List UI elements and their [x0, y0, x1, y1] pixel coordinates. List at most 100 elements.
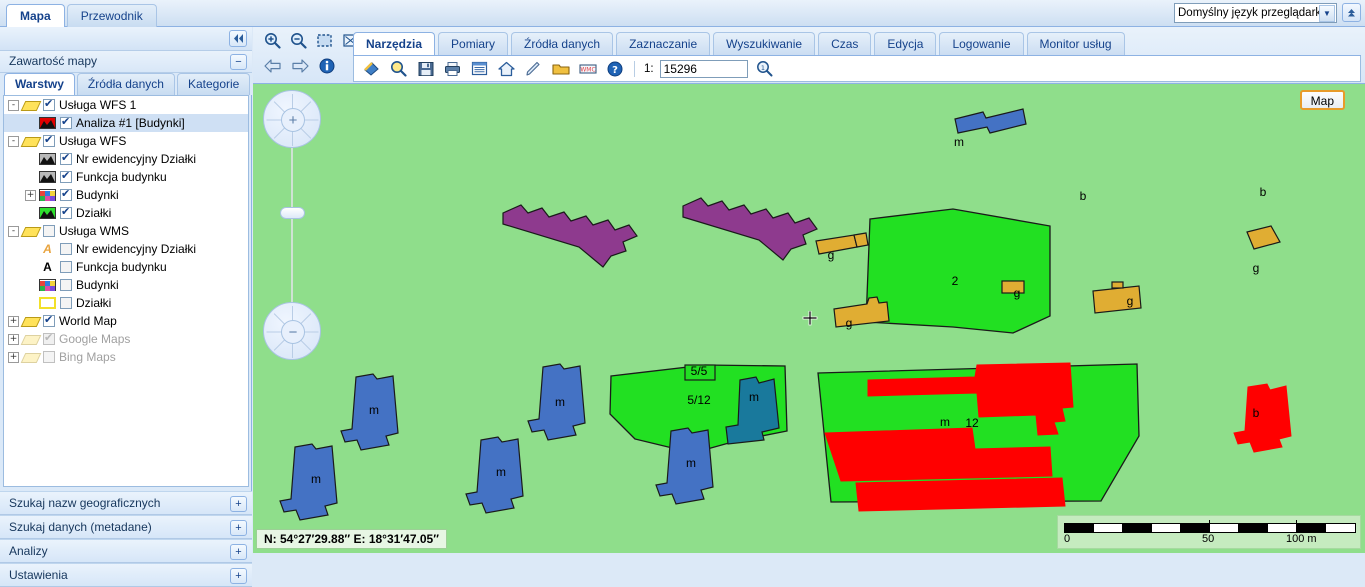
layer-visibility-checkbox[interactable]	[43, 225, 55, 237]
layer-visibility-checkbox[interactable]	[43, 97, 55, 111]
layer-tree-row[interactable]: Budynki	[4, 276, 248, 294]
layer-visibility-checkbox[interactable]	[60, 205, 72, 219]
layer-visibility-checkbox[interactable]	[60, 243, 72, 255]
home-icon[interactable]	[496, 58, 517, 79]
previous-view-icon[interactable]	[262, 55, 283, 76]
layer-tree-row[interactable]: + Bing Maps	[4, 348, 248, 366]
tool-tab-4[interactable]: Wyszukiwanie	[713, 32, 816, 55]
zoom-slider-thumb[interactable]	[280, 207, 305, 219]
tool-tab-6[interactable]: Edycja	[874, 32, 937, 55]
layer-tree-row[interactable]: A Funkcja budynku	[4, 258, 248, 276]
tab-warstwy[interactable]: Warstwy	[4, 73, 75, 95]
zoom-out-button[interactable]: −	[281, 320, 305, 344]
layer-visibility-checkbox[interactable]	[43, 331, 55, 345]
building-blue-m-top	[954, 108, 1027, 134]
layer-symbol-service-icon	[22, 333, 39, 345]
layer-visibility-checkbox[interactable]	[60, 169, 72, 183]
map-canvas[interactable]: m b b g g 2 g g g 5/5 5/12 m m m m 12 b m m m +	[253, 84, 1365, 553]
tree-expander-icon[interactable]: +	[8, 333, 19, 345]
layer-tree-row[interactable]: + Budynki	[4, 186, 248, 204]
layer-tree-row[interactable]: + Google Maps	[4, 330, 248, 348]
tool-tabstrip[interactable]: Narzędzia Pomiary Źródła danych Zaznaczanie…	[353, 30, 1361, 56]
expand-icon[interactable]: +	[230, 568, 247, 584]
layer-visibility-checkbox[interactable]	[60, 279, 72, 291]
zoom-out-icon[interactable]	[288, 30, 309, 51]
tab-mapa[interactable]: Mapa	[6, 4, 65, 27]
help-icon[interactable]: ?	[604, 58, 625, 79]
expand-icon[interactable]: +	[230, 520, 247, 536]
tab-kategorie[interactable]: Kategorie	[176, 73, 251, 95]
save-icon[interactable]	[415, 58, 436, 79]
layer-tree-row[interactable]: A Nr ewidencyjny Działki	[4, 240, 248, 258]
layer-visibility-checkbox[interactable]	[60, 297, 72, 309]
tree-expander-icon[interactable]: -	[8, 225, 19, 237]
tool-tab-3[interactable]: Zaznaczanie	[616, 32, 711, 55]
layer-tree-row[interactable]: + World Map	[4, 312, 248, 330]
layer-visibility-checkbox[interactable]	[60, 151, 72, 165]
tree-expander-icon[interactable]: +	[8, 351, 19, 363]
expand-icon[interactable]: +	[230, 544, 247, 560]
measure-pencil-icon[interactable]	[523, 58, 544, 79]
folder-icon[interactable]	[550, 58, 571, 79]
identify-icon[interactable]	[388, 58, 409, 79]
scale-magnifier-icon[interactable]: 1	[754, 58, 775, 79]
zoom-in-button[interactable]: +	[281, 108, 305, 132]
layer-symbol-gray-polygon-icon	[39, 171, 56, 183]
collapse-header-button[interactable]	[1342, 3, 1361, 22]
map-feature-label: m	[496, 465, 506, 479]
pan-hand-icon[interactable]	[361, 58, 382, 79]
zoom-out-dial[interactable]: −	[263, 302, 321, 360]
layer-visibility-checkbox[interactable]	[60, 187, 72, 201]
wmc-icon[interactable]: WMC	[577, 58, 598, 79]
next-view-icon[interactable]	[289, 55, 310, 76]
tree-expander-icon[interactable]: +	[25, 189, 36, 201]
layer-visibility-checkbox[interactable]	[43, 133, 55, 147]
tab-zrodla-danych[interactable]: Źródła danych	[76, 73, 175, 95]
expand-icon[interactable]: +	[230, 496, 247, 512]
tree-expander-icon[interactable]: -	[8, 135, 19, 147]
print-icon[interactable]	[442, 58, 463, 79]
info-icon[interactable]	[316, 55, 337, 76]
scale-input[interactable]	[659, 59, 748, 78]
tree-expander-icon[interactable]: -	[8, 99, 19, 111]
tool-tab-5[interactable]: Czas	[818, 32, 872, 55]
zoom-slider-track[interactable]	[291, 148, 293, 304]
layer-label: Działki	[76, 296, 112, 310]
language-select[interactable]: Domyślny język przeglądarki ▼	[1174, 3, 1337, 23]
chevron-down-icon[interactable]: ▼	[1319, 5, 1335, 22]
base-map-switcher-button[interactable]: Map	[1299, 90, 1345, 110]
map-navigation-control[interactable]: + −	[263, 90, 323, 360]
layer-tree-row[interactable]: Analiza #1 [Budynki]	[4, 114, 248, 132]
tool-tab-2[interactable]: Źródła danych	[511, 32, 614, 55]
layer-tree-row[interactable]: - Usługa WFS 1	[4, 96, 248, 114]
layer-label: Usługa WFS 1	[59, 98, 137, 112]
tree-expander-icon[interactable]: +	[8, 315, 19, 327]
collapse-map-content-button[interactable]: −	[230, 54, 247, 70]
accordion-ustawienia[interactable]: Ustawienia +	[0, 563, 252, 587]
accordion-analizy[interactable]: Analizy +	[0, 539, 252, 563]
tool-tab-7[interactable]: Logowanie	[939, 32, 1024, 55]
tool-tab-0[interactable]: Narzędzia	[353, 32, 436, 55]
layer-tree-row[interactable]: Działki	[4, 294, 248, 312]
collapse-panel-button[interactable]	[229, 30, 247, 47]
layer-visibility-checkbox[interactable]	[60, 261, 72, 273]
tool-tab-1[interactable]: Pomiary	[438, 32, 509, 55]
layer-visibility-checkbox[interactable]	[60, 115, 72, 129]
tool-tab-8[interactable]: Monitor usług	[1026, 32, 1125, 55]
layer-tree-row[interactable]: Działki	[4, 204, 248, 222]
layer-visibility-checkbox[interactable]	[43, 313, 55, 327]
layer-tree-row[interactable]: - Usługa WFS	[4, 132, 248, 150]
layer-tree-row[interactable]: - Usługa WMS	[4, 222, 248, 240]
layer-visibility-checkbox[interactable]	[43, 351, 55, 363]
zoom-in-icon[interactable]	[262, 30, 283, 51]
layer-tree-row[interactable]: Nr ewidencyjny Działki	[4, 150, 248, 168]
accordion-szukaj-danych[interactable]: Szukaj danych (metadane) +	[0, 515, 252, 539]
tab-przewodnik[interactable]: Przewodnik	[66, 4, 157, 27]
layer-tree-row[interactable]: Funkcja budynku	[4, 168, 248, 186]
zoom-box-icon[interactable]	[314, 30, 335, 51]
zoom-in-dial[interactable]: +	[263, 90, 321, 148]
layer-tree[interactable]: - Usługa WFS 1 Analiza #1 [Budynki] - Usługa…	[3, 95, 249, 487]
accordion-szukaj-nazw[interactable]: Szukaj nazw geograficznych +	[0, 491, 252, 515]
attribute-table-icon[interactable]	[469, 58, 490, 79]
command-separator	[634, 60, 635, 77]
